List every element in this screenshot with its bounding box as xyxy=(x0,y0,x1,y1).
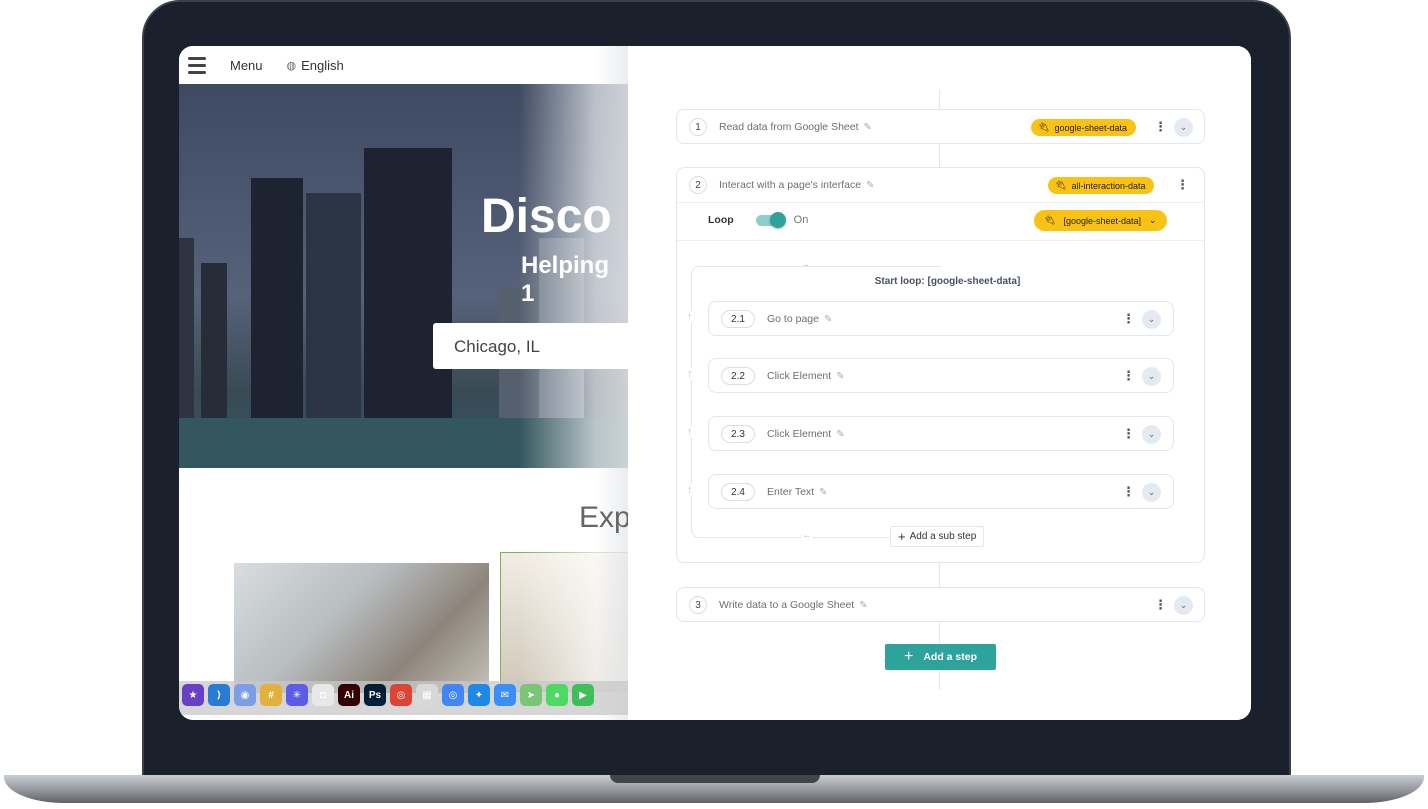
edit-pencil-icon[interactable]: ✎ xyxy=(859,600,867,611)
substep-number: 2.1 xyxy=(721,310,755,328)
substep-number: 2.2 xyxy=(721,367,755,385)
step-card-3[interactable]: 3 Write data to a Google Sheet ✎ ⋮ ⌄ xyxy=(676,587,1205,622)
chromium-icon[interactable]: ◉ xyxy=(234,684,256,706)
website-preview: Menu ◍ English Disco Helping 1 Chicago, … xyxy=(179,46,628,720)
laptop-notch xyxy=(610,775,820,783)
macos-dock: ★ ⟩ ◉ # ✳ ◘ Ai Ps ◎ ▦ ◎ ✦ ✉ ➤ ● ▶ xyxy=(179,681,628,715)
launchpad-icon[interactable]: ▦ xyxy=(416,684,438,706)
add-sub-step-button[interactable]: + Add a sub step xyxy=(890,526,985,547)
step-title: Interact with a page's interface xyxy=(719,179,862,191)
hero-title: Disco xyxy=(481,190,612,243)
arrow-right-icon: → xyxy=(800,259,810,270)
messages-icon[interactable]: ● xyxy=(546,684,568,706)
loop-label: Loop xyxy=(708,214,734,226)
arrow-up-icon: ↑ xyxy=(687,368,693,380)
substep-number: 2.3 xyxy=(721,425,755,443)
hero-subtitle: Helping 1 xyxy=(521,252,609,307)
loop-source-label: [google-sheet-data] xyxy=(1063,215,1141,226)
illustrator-icon[interactable]: Ai xyxy=(338,684,360,706)
step-title: Write data to a Google Sheet xyxy=(719,599,855,611)
fade-overlay xyxy=(519,46,628,720)
edit-pencil-icon[interactable]: ✎ xyxy=(866,180,874,191)
workflow-editor: 1 Read data from Google Sheet ✎ 🔌︎ google-s… xyxy=(628,46,1251,720)
perplexity-icon[interactable]: ✳ xyxy=(286,684,308,706)
add-sub-step-label: Add a sub step xyxy=(909,531,977,542)
menu-link[interactable]: Menu xyxy=(230,58,263,73)
hamburger-menu-icon[interactable] xyxy=(188,53,206,78)
substep-card[interactable]: 2.1 Go to page ✎ ⋮ ⌄ xyxy=(708,301,1174,336)
add-step-label: Add a step xyxy=(923,651,978,663)
more-options-icon[interactable]: ⋮ xyxy=(1122,426,1135,442)
substep-card[interactable]: 2.3 Click Element ✎ ⋮ ⌄ xyxy=(708,416,1174,451)
globe-icon: ◍ xyxy=(286,59,297,72)
section-title: Exp xyxy=(579,501,628,534)
expand-chevron-icon[interactable]: ⌄ xyxy=(1174,118,1193,137)
loop-state: On xyxy=(793,214,809,226)
safari-icon[interactable]: ✦ xyxy=(468,684,490,706)
loop-source-dropdown[interactable]: 🔌︎ [google-sheet-data] ⌄ xyxy=(1034,210,1167,231)
substep-card[interactable]: 2.2 Click Element ✎ ⋮ ⌄ xyxy=(708,358,1174,393)
loop-toggle[interactable] xyxy=(755,211,786,228)
laptop-screen: Menu ◍ English Disco Helping 1 Chicago, … xyxy=(179,46,1251,720)
substep-number: 2.4 xyxy=(721,483,755,501)
edit-pencil-icon[interactable]: ✎ xyxy=(824,314,832,325)
expand-chevron-icon[interactable]: ⌄ xyxy=(1142,483,1161,502)
expand-chevron-icon[interactable]: ⌄ xyxy=(1142,425,1161,444)
step-number: 3 xyxy=(689,596,707,614)
chrome-beta-icon[interactable]: ◎ xyxy=(442,684,464,706)
plug-icon: 🔌︎ xyxy=(1038,122,1050,132)
arrow-up-icon: ↑ xyxy=(687,426,693,438)
edit-pencil-icon[interactable]: ✎ xyxy=(819,487,827,498)
more-options-icon[interactable]: ⋮ xyxy=(1176,177,1189,193)
loop-title: Start loop: [google-sheet-data] xyxy=(874,276,1021,287)
expand-chevron-icon[interactable]: ⌄ xyxy=(1142,310,1161,329)
imovie-icon[interactable]: ★ xyxy=(182,684,204,706)
screenshot-icon[interactable]: ◘ xyxy=(312,684,334,706)
substep-title: Go to page xyxy=(767,313,819,325)
plug-icon: 🔌︎ xyxy=(1055,180,1067,190)
arrow-left-icon: ← xyxy=(802,530,812,541)
substep-title: Enter Text xyxy=(767,486,815,498)
chevron-down-icon: ⌄ xyxy=(1149,215,1157,225)
edit-pencil-icon[interactable]: ✎ xyxy=(836,429,844,440)
step-number: 1 xyxy=(689,118,707,136)
slack-icon[interactable]: # xyxy=(260,684,282,706)
maps-icon[interactable]: ➤ xyxy=(520,684,542,706)
expand-chevron-icon[interactable]: ⌄ xyxy=(1174,596,1193,615)
step-title: Read data from Google Sheet xyxy=(719,121,859,133)
plus-icon: + xyxy=(903,648,914,665)
expand-chevron-icon[interactable]: ⌄ xyxy=(1142,367,1161,386)
edit-pencil-icon[interactable]: ✎ xyxy=(864,122,872,133)
arrow-up-icon: ↑ xyxy=(687,311,693,323)
photoshop-icon[interactable]: Ps xyxy=(364,684,386,706)
step-card-1[interactable]: 1 Read data from Google Sheet ✎ 🔌︎ google-s… xyxy=(676,109,1205,144)
output-tag-label: all-interaction-data xyxy=(1071,180,1146,191)
substep-title: Click Element xyxy=(767,428,832,440)
edit-pencil-icon[interactable]: ✎ xyxy=(836,371,844,382)
vscode-icon[interactable]: ⟩ xyxy=(208,684,230,706)
output-tag: 🔌︎ google-sheet-data xyxy=(1031,119,1136,136)
location-search-input[interactable]: Chicago, IL xyxy=(433,323,628,369)
arrow-up-icon: ↑ xyxy=(687,484,693,496)
plug-icon: 🔌︎ xyxy=(1044,215,1056,225)
add-step-button[interactable]: + Add a step xyxy=(885,644,996,670)
plus-icon: + xyxy=(898,529,906,544)
more-options-icon[interactable]: ⋮ xyxy=(1122,484,1135,500)
more-options-icon[interactable]: ⋮ xyxy=(1122,311,1135,327)
output-tag: 🔌︎ all-interaction-data xyxy=(1048,177,1155,194)
more-options-icon[interactable]: ⋮ xyxy=(1154,119,1167,135)
substep-title: Click Element xyxy=(767,370,832,382)
language-selector[interactable]: English xyxy=(301,58,344,73)
substep-card[interactable]: 2.4 Enter Text ✎ ⋮ ⌄ xyxy=(708,474,1174,509)
listing-photo[interactable] xyxy=(234,563,489,693)
step-number: 2 xyxy=(689,176,707,194)
more-options-icon[interactable]: ⋮ xyxy=(1122,368,1135,384)
chrome-icon[interactable]: ◎ xyxy=(390,684,412,706)
step-card-2: 2 Interact with a page's interface ✎ 🔌︎ all… xyxy=(676,167,1205,563)
output-tag-label: google-sheet-data xyxy=(1054,122,1127,133)
mail-icon[interactable]: ✉ xyxy=(494,684,516,706)
more-options-icon[interactable]: ⋮ xyxy=(1154,597,1167,613)
facetime-icon[interactable]: ▶ xyxy=(572,684,594,706)
